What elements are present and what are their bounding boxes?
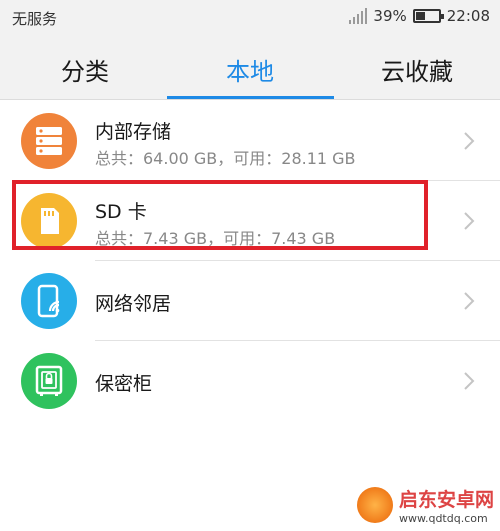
tab-category[interactable]: 分类 bbox=[40, 52, 130, 87]
battery-icon bbox=[412, 9, 444, 23]
storage-list: 内部存储 总共：64.00 GB，可用：28.11 GB SD 卡 总共：7.4… bbox=[0, 101, 500, 421]
list-item-internal-storage[interactable]: 内部存储 总共：64.00 GB，可用：28.11 GB bbox=[0, 101, 500, 181]
item-subtitle: 总共：7.43 GB，可用：7.43 GB bbox=[95, 229, 336, 248]
watermark-logo-icon bbox=[356, 487, 393, 523]
sd-card-icon bbox=[21, 193, 77, 249]
tab-local[interactable]: 本地 bbox=[205, 52, 295, 87]
item-title: SD 卡 bbox=[95, 201, 147, 223]
signal-icon bbox=[349, 8, 368, 24]
carrier-label: 无服务 bbox=[12, 10, 58, 28]
watermark: 启东安卓网 www.qdtdq.com bbox=[356, 485, 494, 525]
chevron-right-icon bbox=[464, 212, 475, 230]
item-subtitle: 总共：64.00 GB，可用：28.11 GB bbox=[95, 149, 356, 168]
tab-bar: 分类 本地 云收藏 bbox=[0, 34, 500, 100]
chevron-right-icon bbox=[464, 372, 475, 390]
battery-fill bbox=[415, 12, 426, 20]
list-item-safe[interactable]: 保密柜 bbox=[0, 341, 500, 421]
list-item-sd-card[interactable]: SD 卡 总共：7.43 GB，可用：7.43 GB bbox=[0, 181, 500, 261]
battery-percent: 39% bbox=[373, 7, 407, 25]
active-tab-indicator bbox=[167, 96, 334, 99]
watermark-url: www.qdtdq.com bbox=[398, 512, 488, 525]
chevron-right-icon bbox=[464, 292, 475, 310]
item-title: 保密柜 bbox=[95, 373, 153, 395]
chevron-right-icon bbox=[464, 132, 475, 150]
status-indicators: 39% 22:08 bbox=[349, 7, 490, 25]
list-item-network-neighborhood[interactable]: 网络邻居 bbox=[0, 261, 500, 341]
clock: 22:08 bbox=[446, 7, 490, 25]
server-icon bbox=[21, 113, 77, 169]
tab-cloud-favorites[interactable]: 云收藏 bbox=[362, 52, 472, 87]
watermark-name: 启东安卓网 bbox=[398, 489, 494, 511]
item-title: 网络邻居 bbox=[95, 293, 172, 315]
status-bar: 无服务 39% 22:08 bbox=[0, 0, 500, 34]
safe-icon bbox=[21, 353, 77, 409]
phone-wifi-icon bbox=[21, 273, 77, 329]
item-title: 内部存储 bbox=[95, 121, 172, 143]
